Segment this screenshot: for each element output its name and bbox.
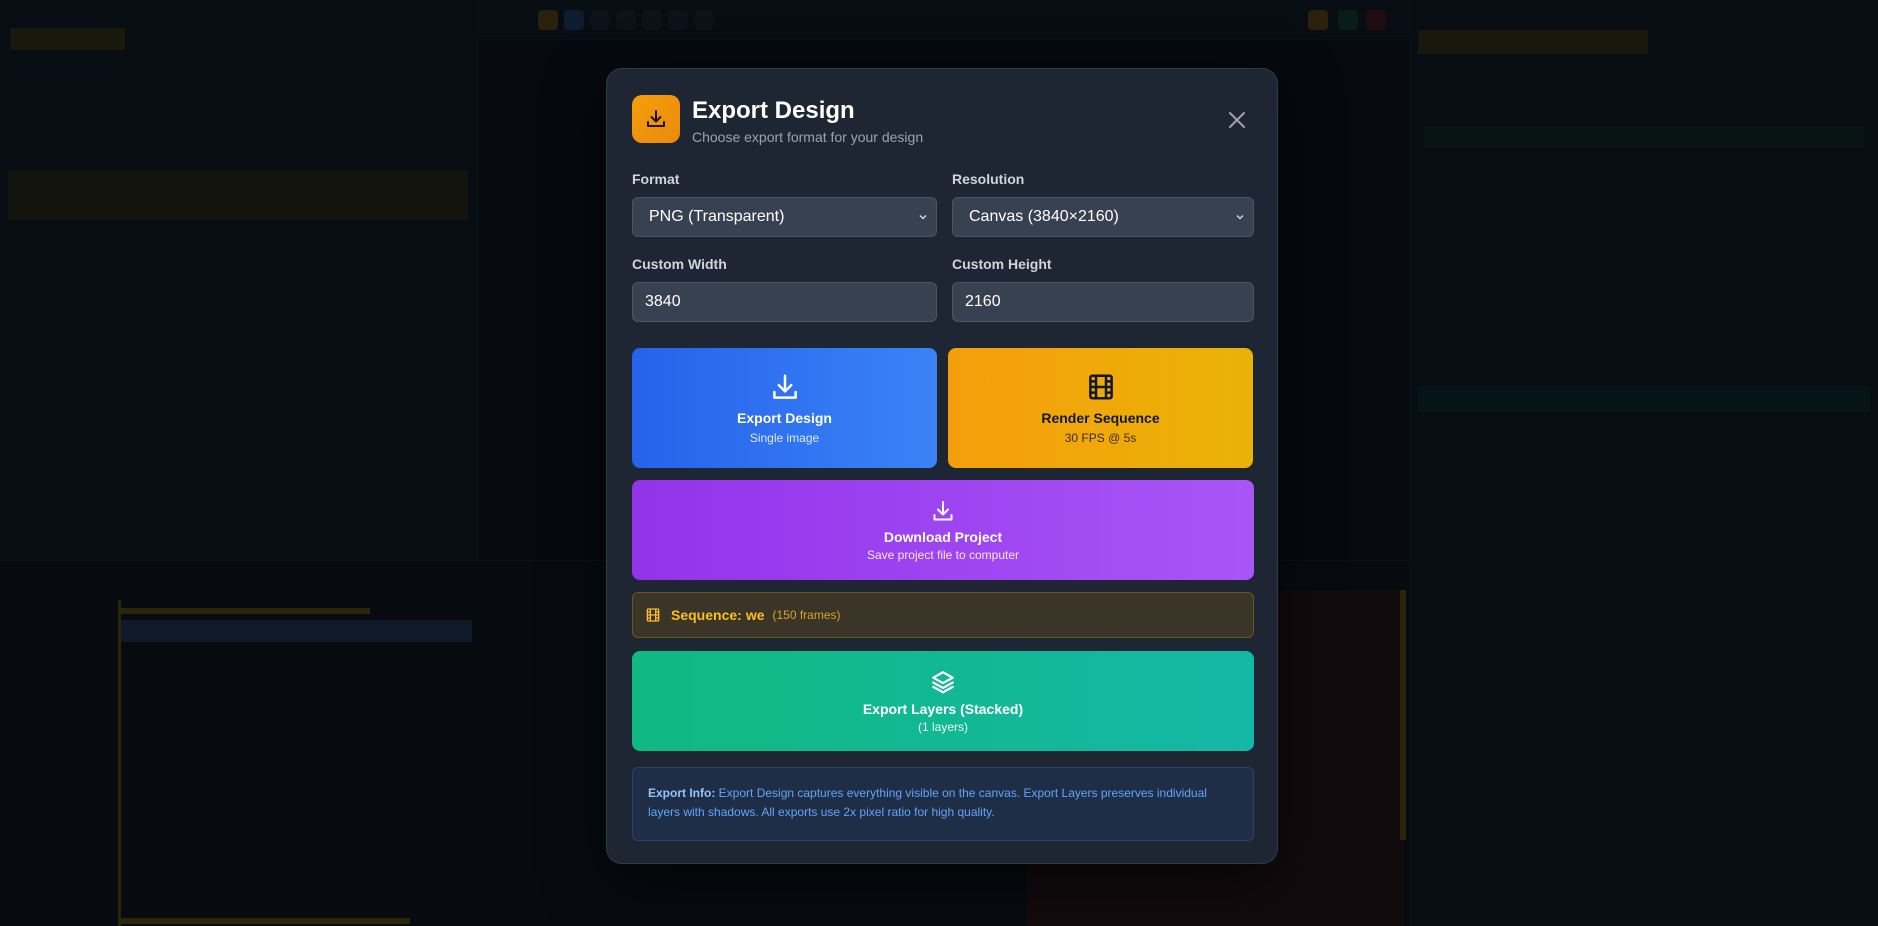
export-info-note: Export Info: Export Design captures ever… <box>632 767 1254 841</box>
layers-icon <box>932 670 954 693</box>
export-info-label: Export Info: <box>648 786 716 800</box>
download-icon <box>632 95 680 143</box>
format-value: PNG (Transparent) <box>649 208 785 225</box>
format-label: Format <box>632 171 680 187</box>
render-sequence-title: Render Sequence <box>1041 409 1160 426</box>
export-design-button[interactable]: Export Design Single image <box>632 348 937 468</box>
film-icon <box>646 608 660 622</box>
resolution-label: Resolution <box>952 171 1025 187</box>
chevron-down-icon <box>1236 214 1244 220</box>
dialog-title: Export Design <box>692 97 855 124</box>
film-icon <box>1088 374 1113 399</box>
download-project-button[interactable]: Download Project Save project file to co… <box>632 480 1254 580</box>
custom-width-value: 3840 <box>645 293 681 310</box>
format-select[interactable]: PNG (Transparent) <box>632 197 937 237</box>
export-layers-button[interactable]: Export Layers (Stacked) (1 layers) <box>632 651 1254 751</box>
download-project-title: Download Project <box>883 528 1003 545</box>
export-info-text: Export Design captures everything visibl… <box>648 786 1207 819</box>
dialog-header: Export Design Choose export format for y… <box>632 95 1252 147</box>
sequence-label: Sequence: <box>671 607 742 623</box>
custom-height-value: 2160 <box>965 293 1001 310</box>
close-icon <box>1229 112 1245 128</box>
dialog-subtitle: Choose export format for your design <box>692 129 924 145</box>
render-sequence-subtitle: 30 FPS @ 5s <box>1064 430 1137 445</box>
resolution-value: Canvas (3840×2160) <box>969 208 1119 225</box>
download-project-subtitle: Save project file to computer <box>866 547 1020 562</box>
custom-width-label: Custom Width <box>632 256 727 272</box>
download-icon <box>933 500 953 520</box>
sequence-frame-count: (150 frames) <box>772 608 841 622</box>
download-icon <box>772 374 797 399</box>
sequence-name: we <box>745 607 765 623</box>
chevron-down-icon <box>919 214 927 220</box>
close-button[interactable] <box>1222 105 1252 135</box>
export-design-subtitle: Single image <box>749 430 820 445</box>
custom-width-input[interactable]: 3840 <box>632 282 937 322</box>
export-layers-subtitle: (1 layers) <box>917 719 968 734</box>
export-design-title: Export Design <box>737 409 832 426</box>
custom-height-label: Custom Height <box>952 256 1052 272</box>
export-dialog: Export Design Choose export format for y… <box>606 68 1278 864</box>
resolution-select[interactable]: Canvas (3840×2160) <box>952 197 1254 237</box>
custom-height-input[interactable]: 2160 <box>952 282 1254 322</box>
sequence-info-banner: Sequence: we (150 frames) <box>632 592 1254 638</box>
render-sequence-button[interactable]: Render Sequence 30 FPS @ 5s <box>948 348 1253 468</box>
export-layers-title: Export Layers (Stacked) <box>862 700 1024 717</box>
